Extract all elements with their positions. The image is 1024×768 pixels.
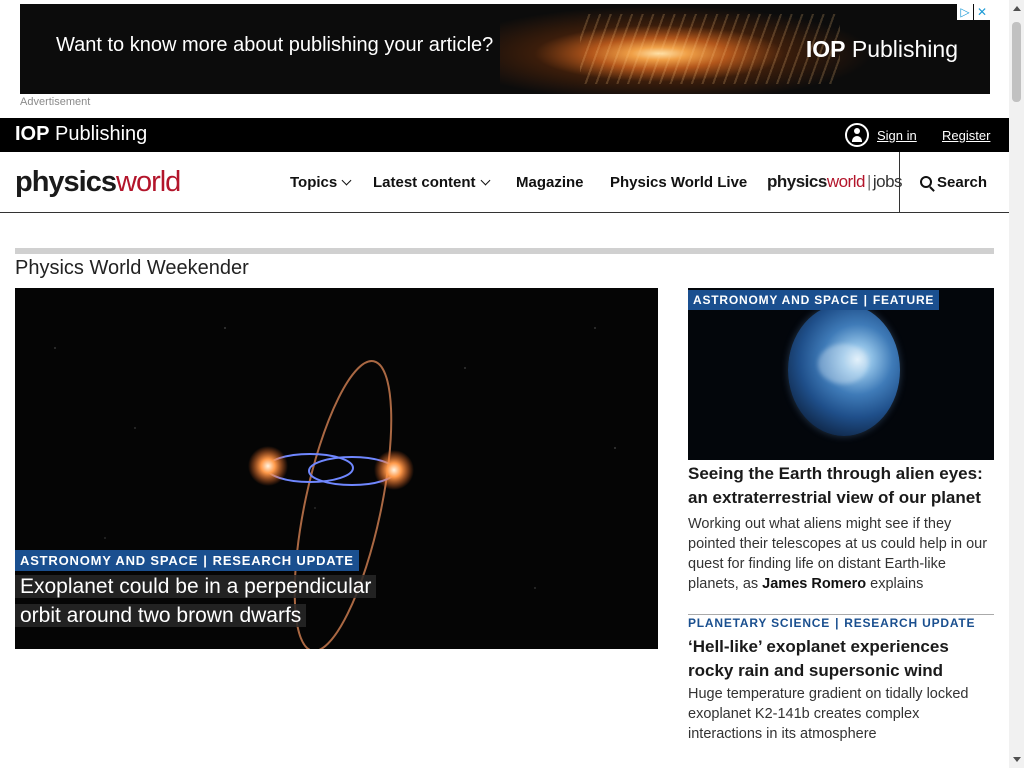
ad-info-icon[interactable]: ▷	[957, 4, 973, 20]
iop-publishing-logo[interactable]: IOP Publishing	[15, 123, 147, 146]
card1-category-badge[interactable]: ASTRONOMY AND SPACE | FEATURE	[688, 290, 940, 310]
card-earth-image[interactable]	[688, 288, 994, 460]
chevron-down-icon	[480, 175, 490, 186]
register-link[interactable]: Register	[942, 128, 990, 143]
sign-in-link[interactable]: Sign in	[877, 128, 917, 143]
nav-latest-content[interactable]: Latest content	[373, 174, 490, 191]
card2-title[interactable]: ‘Hell-like’ exoplanet experiences rocky …	[688, 635, 994, 683]
advertisement-banner[interactable]: Want to know more about publishing your …	[20, 4, 990, 94]
user-icon[interactable]	[845, 123, 869, 147]
nav-physics-world-live[interactable]: Physics World Live	[610, 174, 747, 191]
main-navigation: physicsworld Topics Latest content Magaz…	[0, 152, 1009, 213]
nav-topics[interactable]: Topics	[290, 174, 352, 191]
physics-world-logo[interactable]: physicsworld	[15, 166, 181, 199]
iop-publishing-bar: IOP Publishing Sign in Register	[0, 118, 1009, 152]
earth-globe	[788, 304, 900, 436]
search-button[interactable]: Search	[920, 174, 987, 191]
ad-brand-logo: IOP Publishing	[805, 36, 958, 62]
scroll-up-arrow-icon[interactable]	[1013, 6, 1021, 11]
nav-magazine[interactable]: Magazine	[516, 174, 584, 191]
page-scrollbar[interactable]	[1009, 0, 1024, 768]
hero-category-badge[interactable]: ASTRONOMY AND SPACE | RESEARCH UPDATE	[15, 550, 359, 571]
ad-light-rays	[580, 14, 840, 84]
section-divider	[15, 248, 994, 254]
section-title: Physics World Weekender	[15, 257, 249, 279]
ad-close-icon[interactable]: ✕	[974, 4, 990, 20]
hero-article[interactable]: ASTRONOMY AND SPACE | RESEARCH UPDATE Exop…	[15, 288, 658, 649]
card-divider	[688, 614, 994, 615]
scroll-down-arrow-icon[interactable]	[1013, 757, 1021, 762]
card1-title[interactable]: Seeing the Earth through alien eyes: an …	[688, 462, 994, 510]
hero-title[interactable]: Exoplanet could be in a perpendicular or…	[15, 572, 389, 630]
scroll-thumb[interactable]	[1012, 22, 1021, 102]
card2-summary: Huge temperature gradient on tidally loc…	[688, 686, 969, 742]
physics-world-jobs-link[interactable]: physicsworld | jobs	[767, 172, 903, 192]
advertisement-label: Advertisement	[20, 96, 91, 108]
ad-choices[interactable]: ▷ ✕	[956, 4, 990, 20]
ad-headline: Want to know more about publishing your …	[56, 34, 494, 56]
nav-divider	[899, 152, 900, 212]
card2-category-tags[interactable]: PLANETARY SCIENCE | RESEARCH UPDATE	[688, 616, 975, 630]
chevron-down-icon	[341, 175, 352, 186]
card1-summary: Working out what aliens might see if the…	[688, 516, 988, 592]
search-icon	[920, 176, 932, 188]
